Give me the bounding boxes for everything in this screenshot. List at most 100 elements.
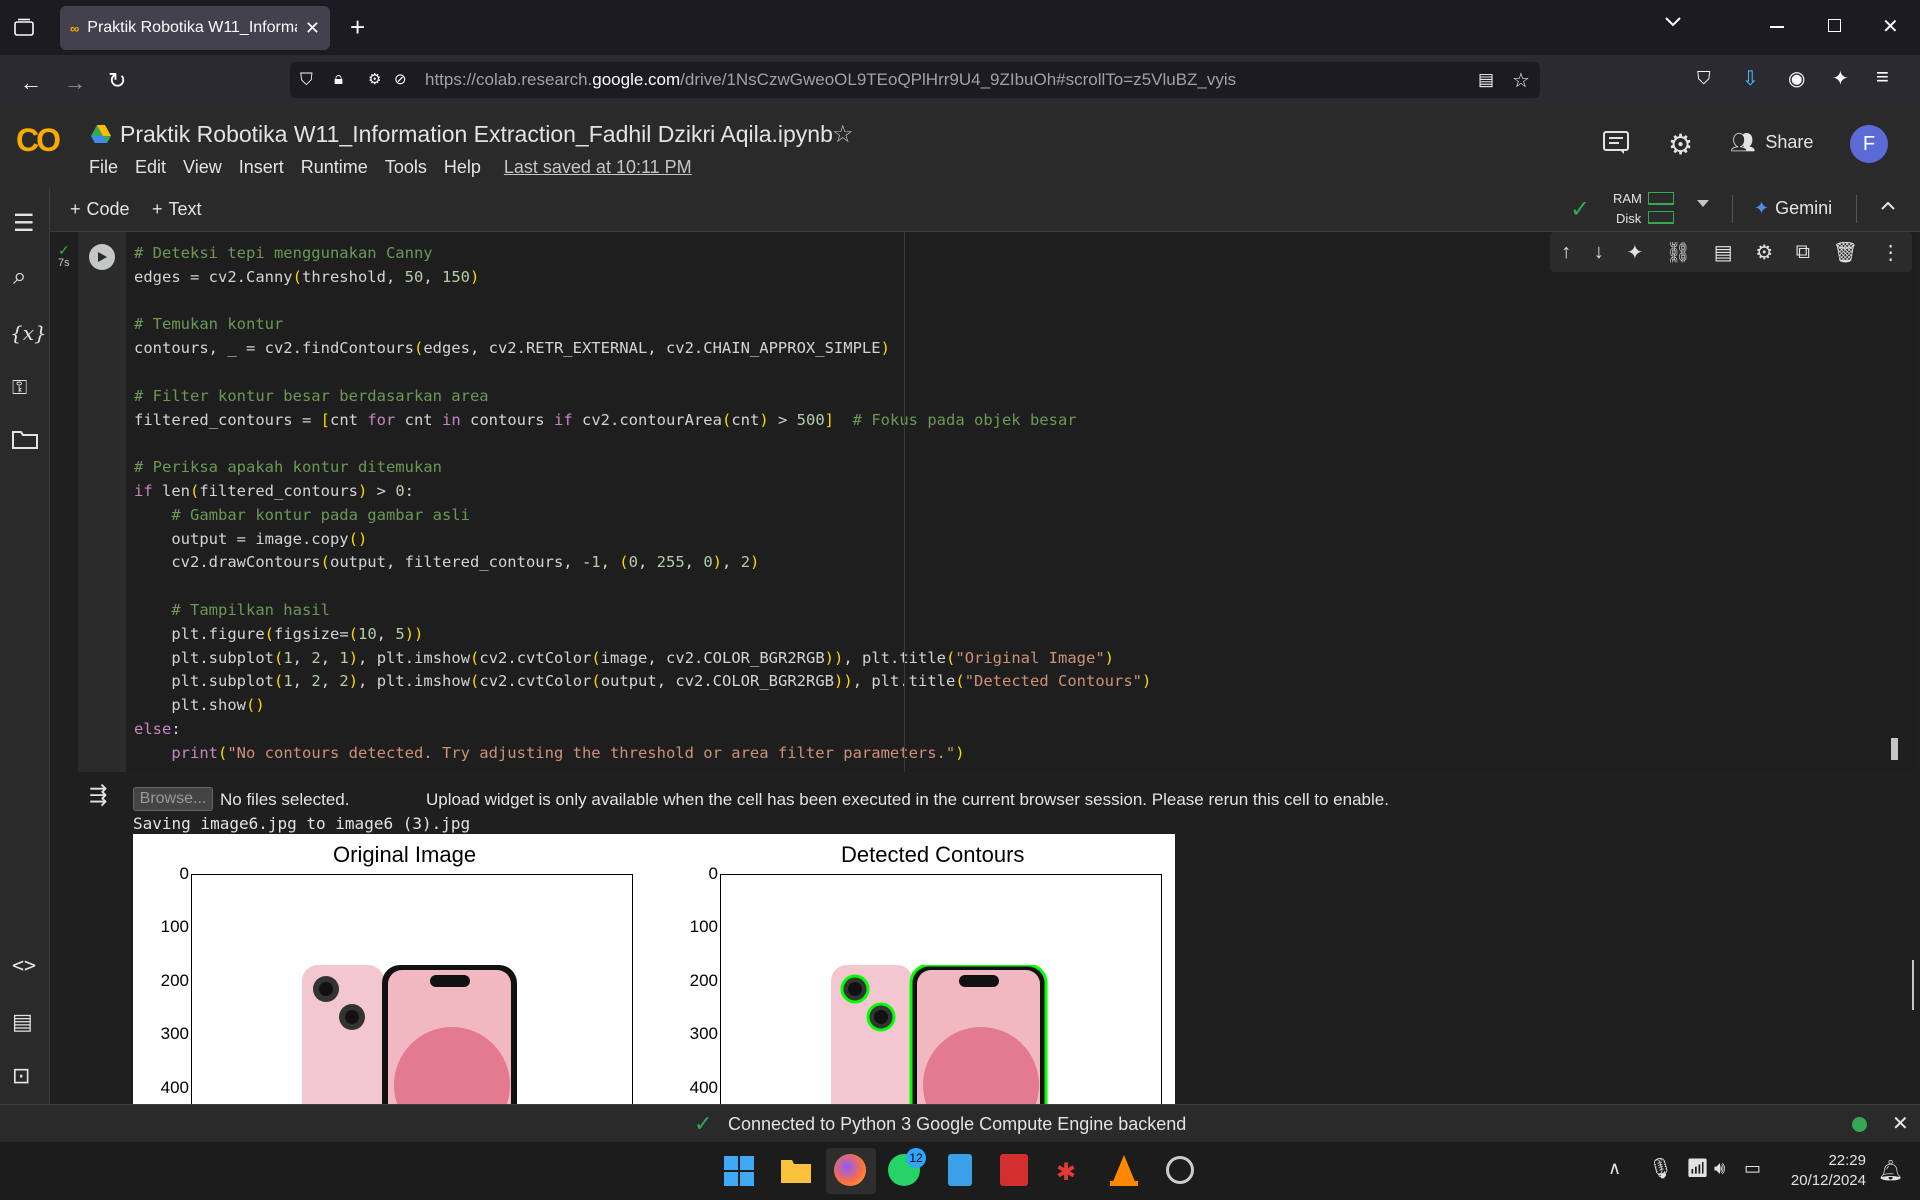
code-line[interactable]: filtered_contours = [cnt for cnt in cont…: [134, 409, 1916, 433]
code-editor[interactable]: # Deteksi tepi menggunakan Canny edges = …: [126, 232, 1916, 772]
reader-view-icon[interactable]: ▤: [1478, 70, 1494, 90]
pdf-reader-icon[interactable]: [1000, 1154, 1028, 1186]
clock[interactable]: 22:29 20/12/2024: [1778, 1151, 1866, 1191]
terminal-icon[interactable]: ⊡: [12, 1063, 30, 1089]
menu-help[interactable]: Help: [444, 157, 481, 178]
secrets-key-icon[interactable]: ⚿: [12, 377, 27, 400]
command-palette-icon[interactable]: ▤: [12, 1009, 33, 1035]
editor-scrollbar[interactable]: [1891, 738, 1898, 760]
browse-button[interactable]: Browse...: [133, 787, 213, 811]
code-line[interactable]: plt.show(): [134, 694, 1916, 718]
account-icon[interactable]: ◉: [1788, 66, 1805, 91]
forward-icon[interactable]: →: [64, 70, 86, 96]
menu-runtime[interactable]: Runtime: [301, 157, 368, 178]
code-line[interactable]: # Temukan kontur: [134, 313, 1916, 337]
menu-tools[interactable]: Tools: [385, 157, 427, 178]
close-tab-icon[interactable]: ✕: [305, 18, 320, 39]
bug-app-icon[interactable]: ✱: [1056, 1158, 1076, 1187]
code-line[interactable]: print("No contours detected. Try adjusti…: [134, 742, 1916, 766]
new-tab-icon[interactable]: +: [350, 12, 365, 43]
bookmark-star-icon[interactable]: ☆: [1512, 68, 1530, 93]
search-icon[interactable]: ⌕: [13, 263, 26, 291]
code-line[interactable]: [134, 361, 1916, 385]
close-status-icon[interactable]: ✕: [1892, 1111, 1909, 1136]
add-text-button[interactable]: + Text: [152, 199, 202, 220]
code-line[interactable]: output = image.copy(): [134, 528, 1916, 552]
code-line[interactable]: plt.subplot(1, 2, 1), plt.imshow(cv2.cvt…: [134, 647, 1916, 671]
code-line[interactable]: [134, 290, 1916, 314]
volume-icon[interactable]: 🔊︎: [1714, 1158, 1725, 1179]
notebook-title[interactable]: Praktik Robotika W11_Information Extract…: [120, 121, 833, 148]
code-line[interactable]: if len(filtered_contours) > 0:: [134, 480, 1916, 504]
steam-icon[interactable]: [1166, 1156, 1194, 1184]
notebook-scrollbar[interactable]: [1912, 960, 1914, 1010]
output-actions-icon[interactable]: ⇶: [89, 782, 107, 808]
permissions-icon[interactable]: ⚙: [368, 70, 381, 88]
code-line[interactable]: # Gambar kontur pada gambar asli: [134, 504, 1916, 528]
menu-edit[interactable]: Edit: [135, 157, 166, 178]
lock-icon[interactable]: 🔒︎: [334, 69, 343, 89]
mirror-cell-icon[interactable]: ⧉: [1796, 241, 1810, 264]
pocket-icon[interactable]: ⛉: [1697, 68, 1711, 89]
code-snippets-icon[interactable]: <>: [12, 953, 36, 977]
tray-overflow-icon[interactable]: ∧: [1608, 1158, 1621, 1179]
comment-icon[interactable]: ▤: [1714, 240, 1733, 265]
code-line[interactable]: [134, 432, 1916, 456]
restore-window-icon[interactable]: [1828, 19, 1841, 32]
runtime-status-dot[interactable]: [1852, 1117, 1867, 1132]
code-line[interactable]: cv2.drawContours(output, filtered_contou…: [134, 551, 1916, 575]
comments-icon[interactable]: [1602, 130, 1630, 156]
app-menu-icon[interactable]: ≡: [1876, 64, 1889, 90]
url-bar[interactable]: ⛉ 🔒︎ ⚙ ⊘ https://colab.research. google.c…: [290, 62, 1540, 98]
code-line[interactable]: plt.subplot(1, 2, 2), plt.imshow(cv2.cvt…: [134, 670, 1916, 694]
link-icon[interactable]: ⛓: [1666, 240, 1691, 265]
tracking-shield-icon[interactable]: ⛉: [300, 70, 313, 90]
downloads-icon[interactable]: ⇩: [1742, 66, 1759, 91]
move-up-icon[interactable]: ↑: [1561, 241, 1571, 264]
tab-overflow-chevron-icon[interactable]: [1664, 16, 1682, 28]
ram-meter[interactable]: [1648, 192, 1674, 205]
extensions-icon[interactable]: ✦: [1832, 66, 1849, 91]
cell-settings-icon[interactable]: ⚙: [1755, 240, 1773, 265]
battery-icon[interactable]: ▭: [1744, 1158, 1761, 1179]
camera-blocked-icon[interactable]: ⊘: [394, 70, 407, 88]
runtime-dropdown-icon[interactable]: [1696, 199, 1710, 209]
menu-file[interactable]: File: [89, 157, 118, 178]
browser-tab-active[interactable]: ∞ Praktik Robotika W11_Informat ✕: [60, 6, 330, 50]
more-options-icon[interactable]: ⋮: [1881, 240, 1901, 265]
code-line[interactable]: # Periksa apakah kontur ditemukan: [134, 456, 1916, 480]
collapse-chevron-icon[interactable]: [1880, 201, 1896, 211]
vlc-icon[interactable]: [1110, 1154, 1138, 1186]
close-window-icon[interactable]: ✕: [1882, 14, 1899, 39]
add-code-button[interactable]: + Code: [70, 199, 130, 220]
run-cell-button[interactable]: [89, 244, 115, 270]
firefox-icon[interactable]: [834, 1154, 866, 1186]
move-down-icon[interactable]: ↓: [1594, 241, 1604, 264]
variables-icon[interactable]: {x}: [10, 321, 47, 345]
code-line[interactable]: else:: [134, 718, 1916, 742]
windows-start-icon[interactable]: [724, 1156, 754, 1186]
file-explorer-icon[interactable]: [780, 1156, 812, 1184]
code-line[interactable]: # Tampilkan hasil: [134, 599, 1916, 623]
menu-insert[interactable]: Insert: [239, 157, 284, 178]
code-line[interactable]: contours, _ = cv2.findContours(edges, cv…: [134, 337, 1916, 361]
files-folder-icon[interactable]: [12, 429, 38, 449]
reload-icon[interactable]: ↻: [108, 68, 126, 94]
notifications-icon[interactable]: 🔔︎: [1878, 1158, 1903, 1183]
colab-logo[interactable]: CO: [16, 122, 61, 159]
avatar[interactable]: F: [1850, 125, 1888, 163]
share-button[interactable]: 👥︎ Share: [1730, 130, 1813, 155]
code-line[interactable]: plt.figure(figsize=(10, 5)): [134, 623, 1916, 647]
code-line[interactable]: # Filter kontur besar berdasarkan area: [134, 385, 1916, 409]
gemini-sparkle-icon[interactable]: ✦: [1626, 240, 1643, 265]
disk-meter[interactable]: [1648, 211, 1674, 224]
wifi-icon[interactable]: 📶︎: [1686, 1158, 1709, 1179]
settings-gear-icon[interactable]: ⚙: [1668, 128, 1693, 161]
star-icon[interactable]: ☆: [832, 120, 854, 149]
gemini-button[interactable]: ✦ Gemini: [1754, 198, 1832, 219]
menu-view[interactable]: View: [183, 157, 222, 178]
last-saved-link[interactable]: Last saved at 10:11 PM: [504, 157, 692, 178]
microphone-icon[interactable]: 🎙︎: [1648, 1156, 1673, 1181]
minimize-window-icon[interactable]: [1770, 26, 1784, 28]
tab-list-icon[interactable]: [14, 18, 34, 36]
